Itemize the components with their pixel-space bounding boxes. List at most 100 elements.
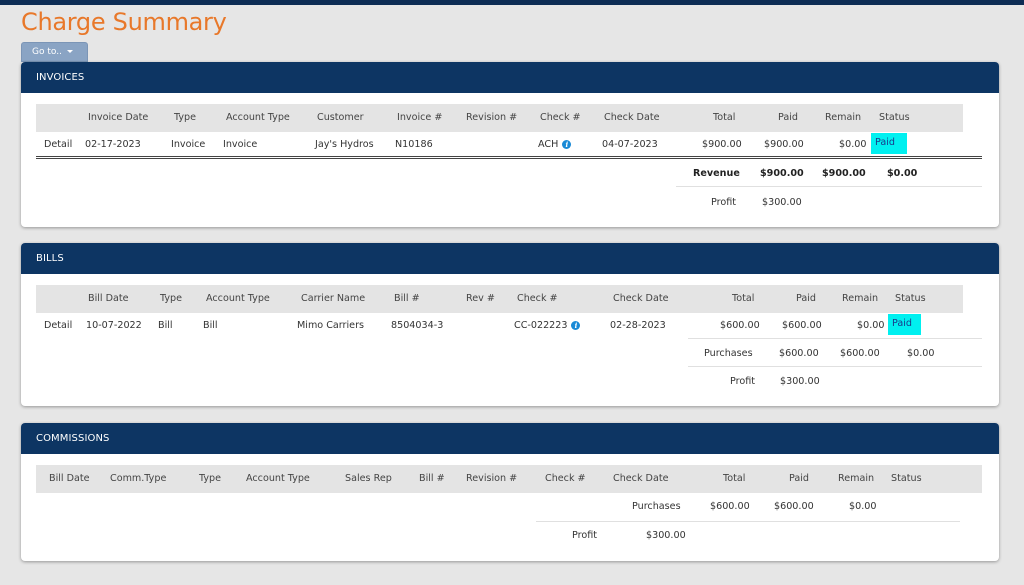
divider [688,338,982,339]
divider [36,156,982,159]
top-bar [0,0,1024,5]
carrier-name: Mimo Carriers [297,320,365,331]
purchases-remain: $0.00 [849,501,877,512]
purchases-label: Purchases [704,348,753,359]
purchases-remain: $0.00 [907,348,935,359]
col-type: Type [199,473,222,484]
check-date: 04-07-2023 [602,139,658,150]
col-check-date: Check Date [604,112,660,123]
col-total: Total [723,473,746,484]
col-account-type: Account Type [246,473,310,484]
paid: $900.00 [764,139,804,150]
divider [536,521,960,522]
check-no: CC-022223 i [514,320,581,331]
status-badge: Paid [871,133,907,154]
purchases-paid: $600.00 [840,348,880,359]
invoice-type: Invoice [171,139,206,150]
total: $600.00 [720,320,760,331]
col-check-date: Check Date [613,293,669,304]
invoice-date: 02-17-2023 [85,139,141,150]
check-date: 02-28-2023 [610,320,666,331]
invoices-panel-title: INVOICES [21,62,999,93]
paid: $600.00 [782,320,822,331]
purchases-total: $600.00 [710,501,750,512]
revenue-paid: $900.00 [822,168,866,179]
col-revision: Revision # [466,112,518,123]
check-no: ACH i [538,139,572,150]
revenue-label: Revenue [693,168,740,179]
goto-dropdown-button[interactable]: Go to.. [21,42,88,62]
col-bill-date: Bill Date [88,293,129,304]
col-account-type: Account Type [226,112,290,123]
col-account-type: Account Type [206,293,270,304]
account-type: Bill [203,320,218,331]
revenue-remain: $0.00 [887,168,918,179]
account-type: Invoice [223,139,258,150]
col-revision: Revision # [466,473,518,484]
bills-panel-title: BILLS [21,243,999,274]
col-remain: Remain [842,293,879,304]
goto-label: Go to.. [32,47,62,57]
caret-down-icon [66,50,73,53]
col-invoice-no: Invoice # [397,112,443,123]
check-no-value: CC-022223 [514,320,568,331]
detail-link[interactable]: Detail [44,320,72,331]
divider [676,186,982,187]
col-bill-date: Bill Date [49,473,90,484]
detail-link[interactable]: Detail [44,139,72,150]
col-status: Status [879,112,910,123]
bill-date: 10-07-2022 [86,320,142,331]
col-total: Total [732,293,755,304]
info-icon[interactable]: i [562,140,572,149]
bills-table-header: Bill Date Type Account Type Carrier Name… [36,285,963,313]
profit-value: $300.00 [646,530,686,541]
col-type: Type [174,112,197,123]
col-check-no: Check # [540,112,581,123]
profit-value: $300.00 [762,197,802,208]
bill-type: Bill [158,320,173,331]
col-carrier-name: Carrier Name [301,293,366,304]
info-icon[interactable]: i [571,321,581,330]
profit-label: Profit [572,530,598,541]
purchases-label: Purchases [632,501,681,512]
bills-panel: BILLS Bill Date Type Account Type Carrie… [21,243,999,406]
commissions-table-header: Bill Date Comm.Type Type Account Type Sa… [36,465,982,493]
invoices-panel: INVOICES Invoice Date Type Account Type … [21,62,999,227]
col-paid: Paid [778,112,798,123]
commissions-panel-title: COMMISSIONS [21,423,999,454]
col-check-no: Check # [545,473,586,484]
col-paid: Paid [796,293,816,304]
col-bill-no: Bill # [419,473,445,484]
profit-value: $300.00 [780,376,820,387]
col-check-date: Check Date [613,473,669,484]
revenue-total: $900.00 [760,168,804,179]
page-title: Charge Summary [21,8,227,36]
col-bill-no: Bill # [394,293,420,304]
bill-no: 8504034-3 [391,320,444,331]
purchases-total: $600.00 [779,348,819,359]
col-invoice-date: Invoice Date [88,112,149,123]
col-type: Type [160,293,183,304]
invoices-table-header: Invoice Date Type Account Type Customer … [36,104,963,132]
purchases-paid: $600.00 [774,501,814,512]
check-no-value: ACH [538,139,559,150]
col-remain: Remain [838,473,875,484]
col-paid: Paid [789,473,809,484]
col-comm-type: Comm.Type [110,473,167,484]
col-remain: Remain [825,112,862,123]
profit-label: Profit [730,376,756,387]
col-customer: Customer [317,112,364,123]
customer: Jay's Hydros [315,139,374,150]
status-badge: Paid [888,314,921,335]
col-rev: Rev # [466,293,495,304]
commissions-panel: COMMISSIONS Bill Date Comm.Type Type Acc… [21,423,999,561]
total: $900.00 [702,139,742,150]
col-total: Total [713,112,736,123]
remain: $0.00 [839,139,867,150]
col-status: Status [891,473,922,484]
invoice-no: N10186 [395,139,433,150]
divider [688,366,982,367]
remain: $0.00 [857,320,885,331]
col-check-no: Check # [517,293,558,304]
col-sales-rep: Sales Rep [345,473,392,484]
